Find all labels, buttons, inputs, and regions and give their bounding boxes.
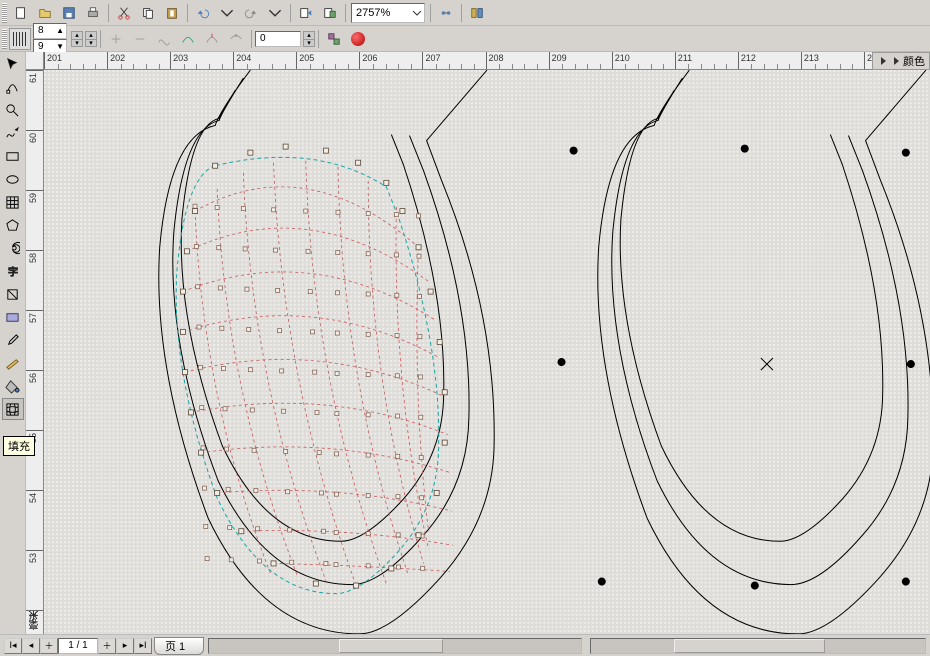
curve-edit-button[interactable] <box>177 28 199 50</box>
node-remove-button[interactable] <box>129 28 151 50</box>
open-button[interactable] <box>34 2 56 24</box>
page-prev-button[interactable]: ◂ <box>22 638 40 654</box>
rectangle-tool[interactable] <box>2 145 24 167</box>
snap-button[interactable] <box>435 2 457 24</box>
horizontal-scrollbar-right[interactable] <box>590 638 926 654</box>
clear-mesh-button[interactable] <box>347 28 369 50</box>
redo-dropdown[interactable] <box>264 2 286 24</box>
pick-tool[interactable] <box>2 53 24 75</box>
eyedropper-tool[interactable] <box>2 329 24 351</box>
hatch-preset-button[interactable] <box>9 28 31 50</box>
import-button[interactable] <box>295 2 317 24</box>
interactive-mesh-fill-tool[interactable] <box>2 398 24 420</box>
status-bar: I◂ ◂ ＋ 1 / 1 ＋ ▸ ▸I 页 1 <box>0 634 930 656</box>
interactive-fill-tool[interactable] <box>2 283 24 305</box>
copy-mesh-button[interactable] <box>323 28 345 50</box>
page-next-button[interactable]: ▸ <box>116 638 134 654</box>
page-first-button[interactable]: I◂ <box>4 638 22 654</box>
new-button[interactable] <box>10 2 32 24</box>
page-add-after-button[interactable]: ＋ <box>98 638 116 654</box>
page-last-button[interactable]: ▸I <box>134 638 152 654</box>
toolbar-grip-2[interactable] <box>2 29 7 49</box>
toolbox: 字 <box>0 52 26 634</box>
tool-tooltip: 填充 <box>3 436 35 456</box>
horizontal-scrollbar-left[interactable] <box>208 638 581 654</box>
zoom-value: 2757% <box>356 7 390 19</box>
shape-tool[interactable] <box>2 76 24 98</box>
chevron-left-icon <box>881 57 886 65</box>
redo-button[interactable] <box>240 2 262 24</box>
zoom-combobox[interactable]: 2757% <box>351 3 425 23</box>
text-tool[interactable]: 字 <box>2 260 24 282</box>
page-tab[interactable]: 页 1 <box>154 637 204 655</box>
ruler-corner[interactable] <box>26 52 44 70</box>
curve-cut-button[interactable] <box>201 28 223 50</box>
param-spinner[interactable]: ▴▾ <box>71 31 83 47</box>
toolbar-grip[interactable] <box>2 3 7 23</box>
param-a-field[interactable]: 8 ▲ <box>33 23 67 39</box>
color-panel-label: 颜色 <box>903 53 925 69</box>
svg-text:字: 字 <box>8 265 18 278</box>
freehand-tool[interactable] <box>2 122 24 144</box>
page-navigator: I◂ ◂ ＋ 1 / 1 ＋ ▸ ▸I <box>4 637 152 655</box>
horizontal-ruler[interactable]: 毫米 2012022032042052062072082092102112122… <box>44 52 930 70</box>
spiral-tool[interactable] <box>2 237 24 259</box>
zoom-tool[interactable] <box>2 99 24 121</box>
cut-button[interactable] <box>113 2 135 24</box>
drawing-canvas[interactable] <box>44 70 930 634</box>
polygon-tool[interactable] <box>2 214 24 236</box>
export-button[interactable] <box>319 2 341 24</box>
fill-bucket-tool[interactable] <box>2 375 24 397</box>
numeric-field[interactable]: 0 <box>255 31 301 47</box>
paste-button[interactable] <box>161 2 183 24</box>
numeric-spinner[interactable]: ▴▾ <box>303 31 315 47</box>
ruler-area: 毫米 2012022032042052062072082092102112122… <box>26 52 930 634</box>
ellipse-tool[interactable] <box>2 168 24 190</box>
save-button[interactable] <box>58 2 80 24</box>
workspace: 字 填充 毫米 20120220320420520620720820921021… <box>0 52 930 634</box>
options-button[interactable] <box>466 2 488 24</box>
canvas-svg <box>44 70 930 634</box>
toolbar-secondary: 8 ▲ 9 ▼ ▴▾ ▴▾ 0 ▴▾ <box>0 26 930 52</box>
undo-button[interactable] <box>192 2 214 24</box>
undo-dropdown[interactable] <box>216 2 238 24</box>
param-spinner-2[interactable]: ▴▾ <box>85 31 97 47</box>
interactive-transparency-tool[interactable] <box>2 306 24 328</box>
curve-join-button[interactable] <box>225 28 247 50</box>
copy-button[interactable] <box>137 2 159 24</box>
outline-tool[interactable] <box>2 352 24 374</box>
toolbar-primary: 2757% <box>0 0 930 26</box>
color-panel-tab[interactable]: 颜色 <box>872 52 930 70</box>
curve-smooth-button[interactable] <box>153 28 175 50</box>
chevron-right-icon <box>894 57 899 65</box>
node-add-button[interactable] <box>105 28 127 50</box>
print-button[interactable] <box>82 2 104 24</box>
page-add-before-button[interactable]: ＋ <box>40 638 58 654</box>
page-index-field[interactable]: 1 / 1 <box>58 638 98 654</box>
graph-paper-tool[interactable] <box>2 191 24 213</box>
vertical-ruler[interactable]: 毫米 61605958575655545352 <box>26 70 44 634</box>
